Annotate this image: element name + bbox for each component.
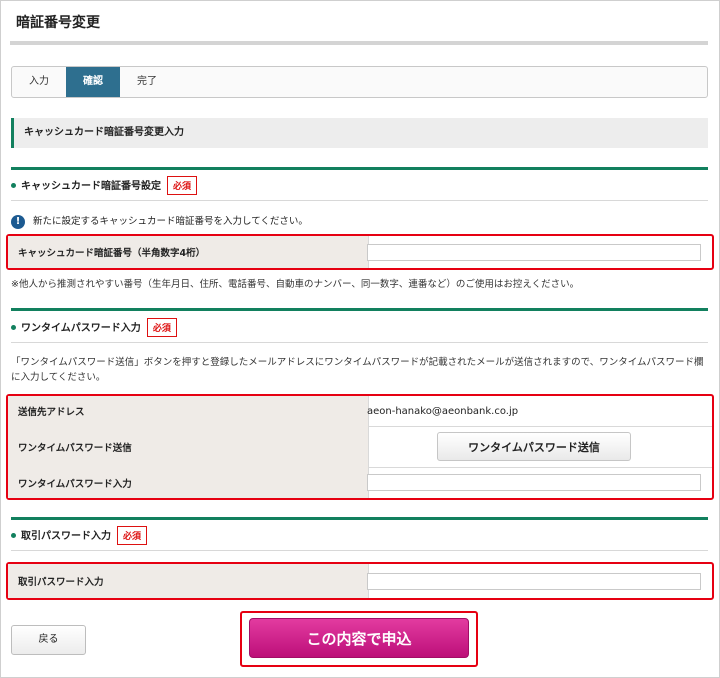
trade-section-heading: 取引パスワード入力 必須	[11, 526, 148, 545]
send-otp-button[interactable]: ワンタイムパスワード送信	[437, 432, 631, 461]
step-input: 入力	[29, 76, 49, 87]
required-badge: 必須	[167, 176, 198, 195]
step-complete: 完了	[137, 76, 157, 87]
submit-button[interactable]: この内容で申込	[249, 618, 469, 658]
otp-section-heading: ワンタイムパスワード入力 必須	[11, 318, 177, 337]
divider	[11, 200, 708, 201]
page-title: 暗証番号変更	[16, 15, 100, 31]
required-badge: 必須	[146, 318, 177, 337]
bullet-icon	[11, 182, 16, 188]
trade-input-row: 取引パスワード入力	[8, 564, 712, 598]
pin-form-box: キャッシュカード暗証番号（半角数字4桁）	[6, 234, 714, 270]
otp-input-label: ワンタイムパスワード入力	[8, 467, 369, 498]
otp-section-rule	[11, 308, 708, 311]
section-title: キャッシュカード暗証番号変更入力	[11, 118, 708, 148]
trade-form-box: 取引パスワード入力	[6, 562, 714, 600]
divider	[11, 342, 708, 343]
otp-heading-text: ワンタイムパスワード入力	[21, 323, 141, 334]
title-divider	[10, 41, 708, 45]
step-indicator: 入力 確認 完了	[11, 66, 708, 98]
pin-notice-text: 新たに設定するキャッシュカード暗証番号を入力してください。	[33, 216, 308, 227]
otp-address-row: 送信先アドレス aeon-hanako@aeonbank.co.jp	[8, 396, 712, 427]
bullet-icon	[11, 324, 16, 330]
pin-field-label: キャッシュカード暗証番号（半角数字4桁）	[8, 236, 369, 268]
pin-row: キャッシュカード暗証番号（半角数字4桁）	[8, 236, 712, 268]
otp-description: 「ワンタイムパスワード送信」ボタンを押すと登録したメールアドレスにワンタイムパス…	[11, 357, 704, 383]
required-badge: 必須	[117, 526, 148, 545]
exclamation-circle-icon: !	[11, 214, 25, 229]
address-label: 送信先アドレス	[8, 396, 369, 426]
pin-heading-text: キャッシュカード暗証番号設定	[21, 181, 161, 192]
trade-password-input[interactable]	[367, 572, 701, 590]
trade-input-label: 取引パスワード入力	[8, 564, 369, 598]
step-confirm: 確認	[66, 67, 120, 97]
pin-field-cell	[359, 236, 712, 268]
trade-section-rule	[11, 517, 708, 520]
send-cell: ワンタイムパスワード送信	[359, 426, 712, 467]
trade-heading-text: 取引パスワード入力	[21, 531, 111, 542]
otp-form-box: 送信先アドレス aeon-hanako@aeonbank.co.jp ワンタイム…	[6, 394, 714, 500]
divider	[11, 550, 708, 551]
pin-notice: ! 新たに設定するキャッシュカード暗証番号を入力してください。	[11, 213, 308, 229]
back-button[interactable]: 戻る	[11, 625, 86, 655]
bullet-icon	[11, 532, 16, 538]
trade-input-cell	[359, 564, 712, 598]
pin-section-heading: キャッシュカード暗証番号設定 必須	[11, 176, 198, 195]
address-value: aeon-hanako@aeonbank.co.jp	[367, 405, 519, 417]
pin-section-rule	[11, 167, 708, 170]
otp-input-row: ワンタイムパスワード入力	[8, 467, 712, 498]
otp-send-row: ワンタイムパスワード送信 ワンタイムパスワード送信	[8, 426, 712, 468]
send-label: ワンタイムパスワード送信	[8, 426, 369, 467]
pin-note: ※他人から推測されやすい番号（生年月日、住所、電話番号、自動車のナンバー、同一数…	[11, 279, 580, 290]
otp-input-cell	[359, 467, 712, 498]
otp-input[interactable]	[367, 474, 701, 491]
pin-input[interactable]	[367, 243, 701, 261]
